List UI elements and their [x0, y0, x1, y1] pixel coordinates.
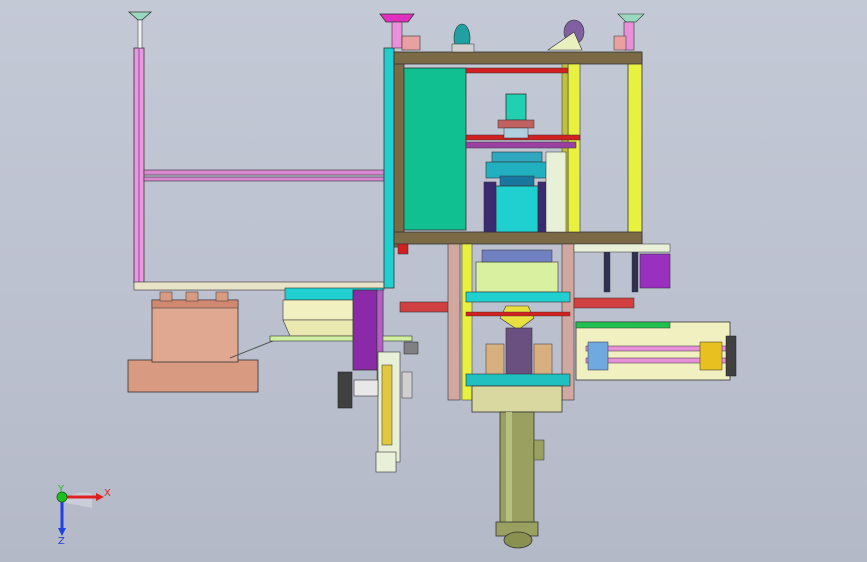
cad-viewport[interactable]: X Y Z — [0, 0, 867, 562]
motor-stack — [483, 93, 567, 233]
olive-cylinder — [495, 411, 545, 549]
leveling-foot-left — [127, 11, 153, 21]
z-axis-label: Z — [58, 536, 65, 547]
top-mounts — [379, 13, 645, 53]
coordinate-triad: X Y Z — [56, 484, 111, 547]
left-rail-frame — [127, 11, 385, 291]
y-axis-label: Y — [57, 484, 65, 495]
right-slide-unit — [573, 243, 737, 381]
copper-tank — [127, 291, 281, 393]
central-lower-assembly — [447, 243, 575, 413]
x-axis-label: X — [104, 488, 111, 499]
